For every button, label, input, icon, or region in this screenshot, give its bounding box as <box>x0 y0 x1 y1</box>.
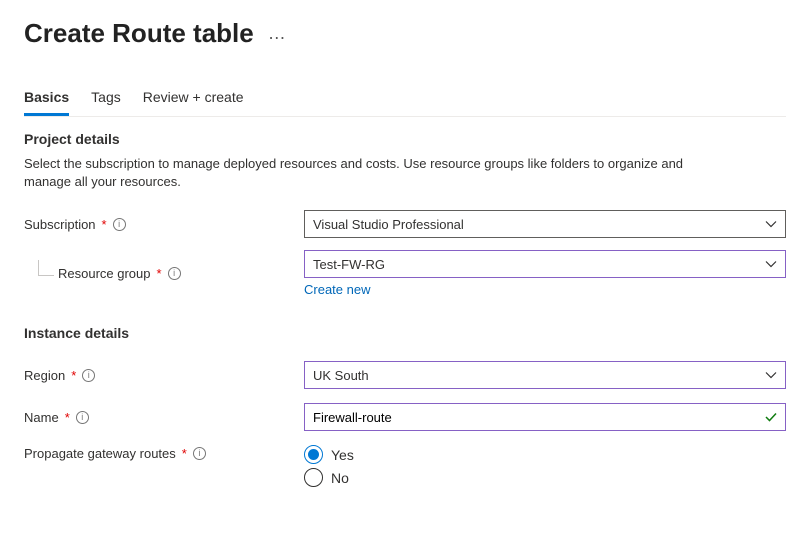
project-details-description: Select the subscription to manage deploy… <box>24 155 724 190</box>
radio-selected-icon <box>304 445 323 464</box>
subscription-label: Subscription <box>24 217 96 232</box>
propagate-radio-yes[interactable]: Yes <box>304 445 786 464</box>
tab-tags[interactable]: Tags <box>91 83 121 116</box>
propagate-radio-group: Yes No <box>304 443 786 487</box>
required-marker: * <box>65 410 70 425</box>
info-icon[interactable]: i <box>82 369 95 382</box>
subscription-select[interactable]: Visual Studio Professional <box>304 210 786 238</box>
resource-group-value: Test-FW-RG <box>313 257 385 272</box>
info-icon[interactable]: i <box>193 447 206 460</box>
info-icon[interactable]: i <box>168 267 181 280</box>
tab-bar: Basics Tags Review + create <box>24 83 786 117</box>
required-marker: * <box>182 446 187 461</box>
region-label: Region <box>24 368 65 383</box>
radio-unselected-icon <box>304 468 323 487</box>
propagate-no-label: No <box>331 470 349 486</box>
required-marker: * <box>157 266 162 281</box>
tree-connector-icon <box>38 260 54 276</box>
chevron-down-icon <box>765 218 777 230</box>
checkmark-icon <box>764 410 778 424</box>
region-select[interactable]: UK South <box>304 361 786 389</box>
instance-details-heading: Instance details <box>24 325 786 341</box>
chevron-down-icon <box>765 369 777 381</box>
subscription-value: Visual Studio Professional <box>313 217 464 232</box>
required-marker: * <box>102 217 107 232</box>
tab-review-create[interactable]: Review + create <box>143 83 244 116</box>
info-icon[interactable]: i <box>113 218 126 231</box>
chevron-down-icon <box>765 258 777 270</box>
page-title: Create Route table <box>24 18 254 49</box>
propagate-label: Propagate gateway routes <box>24 446 176 461</box>
info-icon[interactable]: i <box>76 411 89 424</box>
more-menu-icon[interactable]: … <box>268 23 287 44</box>
propagate-yes-label: Yes <box>331 447 354 463</box>
tab-basics[interactable]: Basics <box>24 83 69 116</box>
project-details-heading: Project details <box>24 131 786 147</box>
create-new-link[interactable]: Create new <box>304 282 370 297</box>
name-label: Name <box>24 410 59 425</box>
name-input[interactable] <box>304 403 786 431</box>
propagate-radio-no[interactable]: No <box>304 468 786 487</box>
region-value: UK South <box>313 368 369 383</box>
resource-group-select[interactable]: Test-FW-RG <box>304 250 786 278</box>
required-marker: * <box>71 368 76 383</box>
resource-group-label: Resource group <box>58 266 151 281</box>
